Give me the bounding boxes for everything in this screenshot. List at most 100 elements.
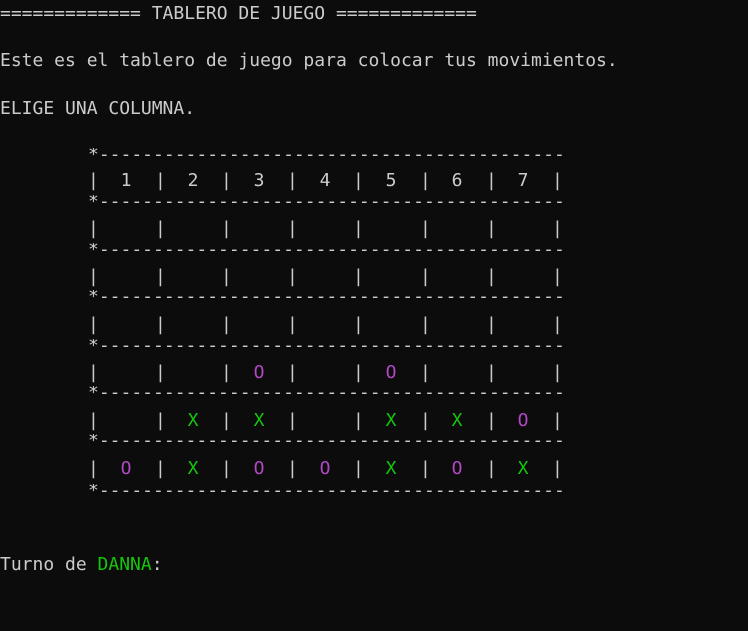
- column-number: 1: [120, 170, 132, 191]
- board-cell: O: [253, 458, 265, 479]
- board-divider: |: [88, 170, 99, 191]
- board-divider: |: [155, 458, 166, 479]
- board-divider: |: [155, 314, 166, 335]
- board-divider: |: [287, 410, 298, 431]
- board-divider: |: [420, 410, 431, 431]
- board-divider: |: [552, 362, 563, 383]
- board-divider: |: [420, 218, 431, 239]
- board-border-line: *---------------------------------------…: [88, 484, 562, 498]
- board-divider: |: [552, 458, 563, 479]
- column-number: 7: [517, 170, 529, 191]
- board-divider: |: [287, 314, 298, 335]
- board-row: | | | | | | | |: [88, 313, 563, 337]
- turn-prefix: Turno de: [0, 554, 98, 575]
- board-divider: |: [155, 266, 166, 287]
- board-divider: |: [221, 458, 232, 479]
- board-header-row: | | | | | | | | 1 2 3 4 5 6 7: [88, 169, 563, 193]
- board-cell: O: [120, 458, 132, 479]
- board-divider: |: [420, 458, 431, 479]
- board-divider: |: [552, 314, 563, 335]
- board-divider: |: [353, 170, 364, 191]
- board-divider: |: [552, 410, 563, 431]
- current-player-name: DANNA: [97, 554, 152, 575]
- board-border-line: *---------------------------------------…: [88, 290, 562, 304]
- board-border-line: *---------------------------------------…: [88, 243, 562, 257]
- turn-indicator: Turno de DANNA:: [0, 553, 163, 577]
- board-divider: |: [88, 410, 99, 431]
- board-divider: |: [221, 410, 232, 431]
- column-number: 5: [385, 170, 397, 191]
- board-divider: |: [287, 218, 298, 239]
- column-number: 6: [451, 170, 463, 191]
- board-divider: |: [420, 314, 431, 335]
- board-divider: |: [353, 410, 364, 431]
- board-cell: X: [187, 458, 199, 479]
- board-row: | | | | | | | | O X O O X O X: [88, 457, 563, 481]
- board-cell: O: [319, 458, 331, 479]
- column-prompt: ELIGE UNA COLUMNA.: [0, 98, 196, 119]
- terminal-window: ============= TABLERO DE JUEGO =========…: [0, 0, 748, 631]
- board-cell: O: [517, 410, 529, 431]
- board-border-line: *---------------------------------------…: [88, 386, 562, 400]
- board-divider: |: [221, 170, 232, 191]
- board-divider: |: [552, 218, 563, 239]
- board-divider: |: [353, 266, 364, 287]
- board-divider: |: [88, 458, 99, 479]
- board-divider: |: [353, 314, 364, 335]
- board-cell: X: [385, 458, 397, 479]
- board-divider: |: [486, 362, 497, 383]
- board-divider: |: [88, 362, 99, 383]
- board-divider: |: [552, 266, 563, 287]
- board-divider: |: [88, 266, 99, 287]
- board-cell: X: [451, 410, 463, 431]
- board-divider: |: [420, 266, 431, 287]
- board-divider: |: [88, 314, 99, 335]
- board-divider: |: [221, 314, 232, 335]
- board-cell: X: [385, 410, 397, 431]
- column-number: 4: [319, 170, 331, 191]
- board-divider: |: [486, 266, 497, 287]
- board-divider: |: [155, 170, 166, 191]
- board-divider: |: [353, 218, 364, 239]
- board-divider: |: [155, 410, 166, 431]
- board-divider: |: [155, 218, 166, 239]
- intro-text: Este es el tablero de juego para colocar…: [0, 50, 618, 71]
- board-title: ============= TABLERO DE JUEGO =========…: [0, 3, 477, 24]
- board-divider: |: [420, 362, 431, 383]
- board-divider: |: [287, 362, 298, 383]
- board-divider: |: [420, 170, 431, 191]
- board-divider: |: [552, 170, 563, 191]
- board-cell: O: [385, 362, 397, 383]
- board-row: | | | | | | | |: [88, 265, 563, 289]
- board-divider: |: [353, 362, 364, 383]
- board-cell: X: [253, 410, 265, 431]
- board-divider: |: [486, 458, 497, 479]
- board-border-line: *---------------------------------------…: [88, 148, 562, 162]
- board-divider: |: [221, 362, 232, 383]
- board-divider: |: [88, 218, 99, 239]
- board-cell: O: [451, 458, 463, 479]
- board-divider: |: [155, 362, 166, 383]
- board-row: | | | | | | | | X X X X O: [88, 409, 563, 433]
- board-divider: |: [221, 266, 232, 287]
- board-divider: |: [486, 218, 497, 239]
- board-divider: |: [287, 170, 298, 191]
- board-border-line: *---------------------------------------…: [88, 339, 562, 353]
- board-divider: |: [287, 266, 298, 287]
- board-cell: X: [517, 458, 529, 479]
- board-cell: X: [187, 410, 199, 431]
- turn-suffix: :: [151, 554, 163, 575]
- board-divider: |: [486, 170, 497, 191]
- board-divider: |: [486, 410, 497, 431]
- board-divider: |: [221, 218, 232, 239]
- board-row: | | | | | | | | O O: [88, 361, 563, 385]
- column-number: 3: [253, 170, 265, 191]
- board-divider: |: [287, 458, 298, 479]
- board-row: | | | | | | | |: [88, 217, 563, 241]
- board-border-line: *---------------------------------------…: [88, 434, 562, 448]
- board-cell: O: [253, 362, 265, 383]
- board-border-line: *---------------------------------------…: [88, 195, 562, 209]
- board-divider: |: [486, 314, 497, 335]
- column-number: 2: [187, 170, 199, 191]
- board-divider: |: [353, 458, 364, 479]
